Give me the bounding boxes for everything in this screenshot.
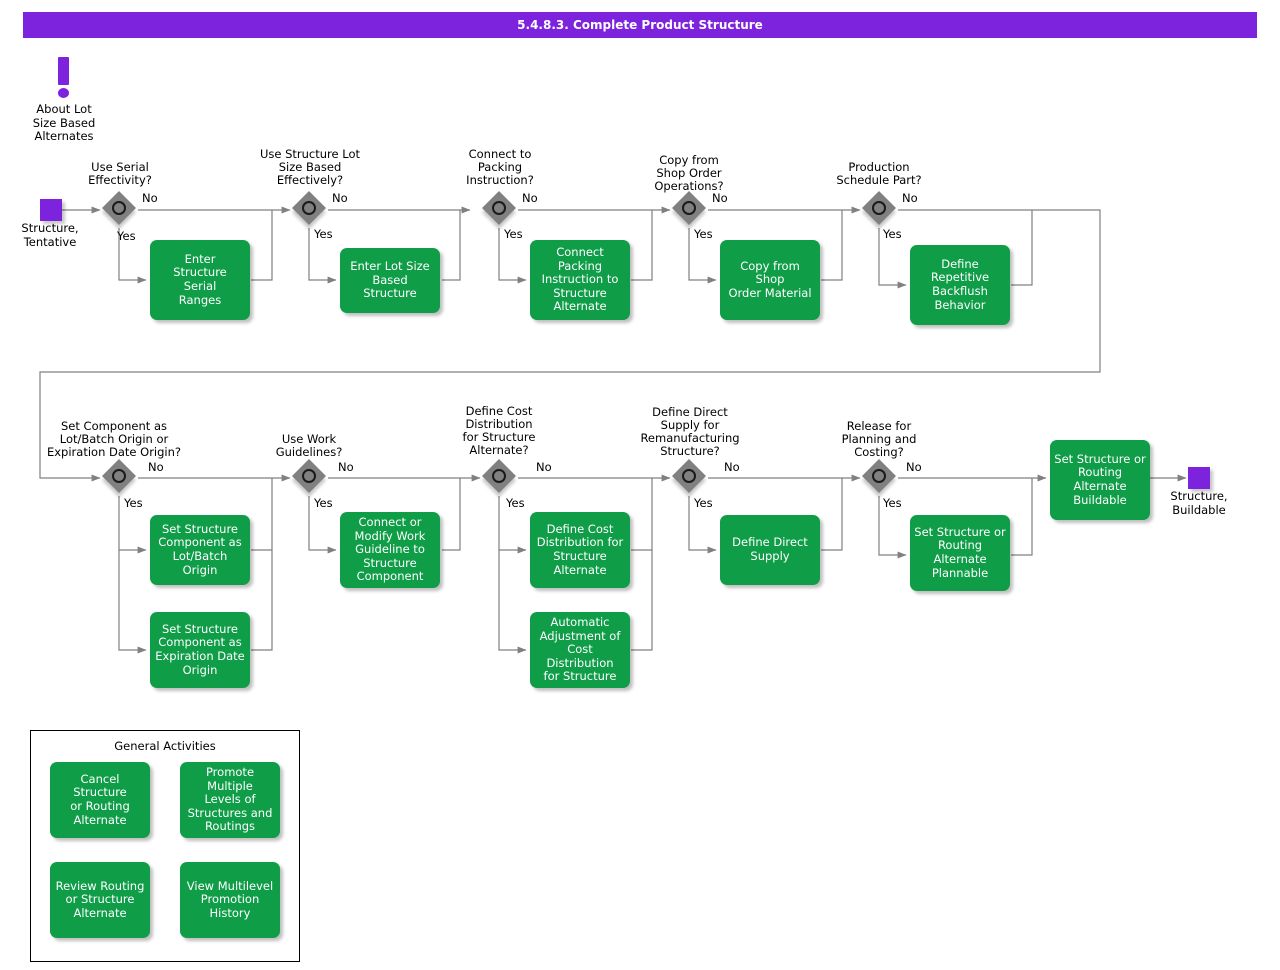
decision-ring-icon xyxy=(302,201,316,215)
edge-label-no: No xyxy=(906,460,922,474)
edge-label-yes: Yes xyxy=(117,229,136,243)
decision-label-connect-to-packing-instruction: Connect to Packing Instruction? xyxy=(466,147,534,187)
decision-label-define-cost-distribution-for-structure-alternate: Define Cost Distribution for Structure A… xyxy=(462,404,536,457)
activity-connect-or-modify-work-guideline-to-structure-component[interactable]: Connect or Modify Work Guideline to Stru… xyxy=(340,512,440,588)
edge-label-no: No xyxy=(712,191,728,205)
edge-label-yes: Yes xyxy=(314,496,333,510)
decision-connect-to-packing-instruction[interactable] xyxy=(482,191,519,228)
activity-set-structure-component-as-lot-batch-origin[interactable]: Set Structure Component as Lot/Batch Ori… xyxy=(150,515,250,585)
decision-label-release-for-planning-and-costing: Release for Planning and Costing? xyxy=(841,419,917,459)
decision-ring-icon xyxy=(492,469,506,483)
decision-ring-icon xyxy=(492,201,506,215)
activity-set-structure-component-as-expiration-date-origin[interactable]: Set Structure Component as Expiration Da… xyxy=(150,612,250,688)
legend-activity-promote-multiple-levels-of-structures-and-routings[interactable]: Promote Multiple Levels of Structures an… xyxy=(180,762,280,838)
activity-automatic-adjustment-of-cost-distribution-for-structure[interactable]: Automatic Adjustment of Cost Distributio… xyxy=(530,612,630,688)
decision-ring-icon xyxy=(302,469,316,483)
exclamation-dot xyxy=(58,88,69,98)
activity-enter-structure-serial-ranges[interactable]: Enter Structure Serial Ranges xyxy=(150,240,250,320)
activity-connect-packing-instruction-to-structure-alternate[interactable]: Connect Packing Instruction to Structure… xyxy=(530,240,630,320)
activity-set-structure-or-routing-alternate-buildable[interactable]: Set Structure or Routing Alternate Build… xyxy=(1050,440,1150,520)
end-terminator-label: Structure, Buildable xyxy=(1170,489,1228,517)
activity-define-cost-distribution-for-structure-alternate[interactable]: Define Cost Distribution for Structure A… xyxy=(530,512,630,588)
decision-set-component-as-lot-batch-origin[interactable] xyxy=(102,459,139,496)
decision-label-use-serial-effectivity: Use Serial Effectivity? xyxy=(88,160,152,187)
decision-label-set-component-as-lot-batch-origin: Set Component as Lot/Batch Origin or Exp… xyxy=(46,419,182,459)
edge-label-no: No xyxy=(332,191,348,205)
decision-define-direct-supply-for-remanufacturing-structure[interactable] xyxy=(672,459,709,496)
start-terminator[interactable] xyxy=(40,199,62,221)
decision-ring-icon xyxy=(112,201,126,215)
decision-use-serial-effectivity[interactable] xyxy=(102,191,139,228)
activity-define-repetitive-backflush-behavior[interactable]: Define Repetitive Backflush Behavior xyxy=(910,245,1010,325)
decision-label-define-direct-supply-for-remanufacturing-structure: Define Direct Supply for Remanufacturing… xyxy=(640,405,740,458)
decision-define-cost-distribution-for-structure-alternate[interactable] xyxy=(482,459,519,496)
page-title-bar: 5.4.8.3. Complete Product Structure xyxy=(23,12,1257,38)
decision-label-use-structure-lot-size-based-effectively: Use Structure Lot Size Based Effectively… xyxy=(259,147,361,187)
edge-label-no: No xyxy=(536,460,552,474)
edge-label-no: No xyxy=(142,191,158,205)
flowchart-canvas: 5.4.8.3. Complete Product Structure Abou… xyxy=(0,0,1280,970)
edge-label-yes: Yes xyxy=(694,227,713,241)
edge-label-yes: Yes xyxy=(504,227,523,241)
activity-copy-from-shop-order-material[interactable]: Copy from Shop Order Material xyxy=(720,240,820,320)
activity-enter-lot-size-based-structure[interactable]: Enter Lot Size Based Structure xyxy=(340,248,440,313)
legend-activity-view-multilevel-promotion-history[interactable]: View Multilevel Promotion History xyxy=(180,862,280,938)
exclamation-icon xyxy=(52,57,76,101)
decision-ring-icon xyxy=(682,469,696,483)
activity-set-structure-or-routing-alternate-plannable[interactable]: Set Structure or Routing Alternate Plann… xyxy=(910,515,1010,591)
edge-label-no: No xyxy=(338,460,354,474)
decision-use-work-guidelines[interactable] xyxy=(292,459,329,496)
edge-label-yes: Yes xyxy=(314,227,333,241)
edge-label-no: No xyxy=(724,460,740,474)
edge-label-yes: Yes xyxy=(506,496,525,510)
decision-label-copy-from-shop-order-operations: Copy from Shop Order Operations? xyxy=(654,153,724,193)
activity-define-direct-supply[interactable]: Define Direct Supply xyxy=(720,515,820,585)
page-title: 5.4.8.3. Complete Product Structure xyxy=(517,18,763,32)
decision-label-production-schedule-part: Production Schedule Part? xyxy=(836,160,922,187)
decision-ring-icon xyxy=(872,201,886,215)
edge-label-yes: Yes xyxy=(883,227,902,241)
edge-label-no: No xyxy=(148,460,164,474)
legend-activity-review-routing-or-structure-alternate[interactable]: Review Routing or Structure Alternate xyxy=(50,862,150,938)
decision-ring-icon xyxy=(112,469,126,483)
edge-label-no: No xyxy=(902,191,918,205)
end-terminator[interactable] xyxy=(1188,467,1210,489)
decision-release-for-planning-and-costing[interactable] xyxy=(862,459,899,496)
edge-label-yes: Yes xyxy=(124,496,143,510)
edge-label-no: No xyxy=(522,191,538,205)
decision-use-structure-lot-size-based-effectively[interactable] xyxy=(292,191,329,228)
legend-activity-cancel-structure-or-routing-alternate[interactable]: Cancel Structure or Routing Alternate xyxy=(50,762,150,838)
decision-label-use-work-guidelines: Use Work Guidelines? xyxy=(275,432,343,459)
decision-copy-from-shop-order-operations[interactable] xyxy=(672,191,709,228)
decision-production-schedule-part[interactable] xyxy=(862,191,899,228)
legend-title: General Activities xyxy=(114,739,216,753)
start-terminator-label: Structure, Tentative xyxy=(21,221,79,249)
edge-label-yes: Yes xyxy=(694,496,713,510)
decision-ring-icon xyxy=(872,469,886,483)
note-label: About Lot Size Based Alternates xyxy=(32,102,96,144)
exclamation-bar xyxy=(58,57,69,85)
decision-ring-icon xyxy=(682,201,696,215)
edge-label-yes: Yes xyxy=(883,496,902,510)
